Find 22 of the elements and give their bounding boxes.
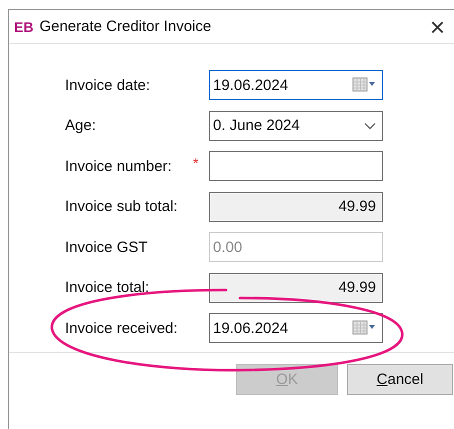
field-label: Invoice sub total:	[65, 198, 179, 215]
field-label: Invoice received:	[65, 320, 179, 336]
app-logo: EB	[14, 18, 34, 34]
readonly-field: 49.99	[209, 272, 383, 302]
disabled-field: 0.00	[209, 232, 383, 262]
input-field[interactable]	[209, 151, 383, 181]
close-button[interactable]: ×	[430, 14, 445, 40]
field-label: Invoice number:	[65, 158, 173, 174]
field-label: Age:	[65, 117, 97, 134]
field-label: Invoice total:	[65, 279, 150, 296]
dropdown-field[interactable]: 0. June 2024	[209, 110, 383, 140]
calendar-dropdown-icon[interactable]	[352, 77, 376, 93]
field-label: Invoice date:	[65, 76, 152, 94]
chevron-down-icon[interactable]	[364, 122, 376, 130]
required-marker: *	[193, 154, 200, 171]
date-field[interactable]: 19.06.2024	[209, 313, 383, 343]
calendar-dropdown-icon[interactable]	[352, 320, 376, 336]
date-field[interactable]: 19.06.2024	[209, 70, 383, 100]
field-label: Invoice GST	[65, 238, 149, 256]
window-title: Generate Creditor Invoice	[39, 18, 212, 35]
cancel-button[interactable]: Cancel	[347, 364, 453, 395]
readonly-field: 49.99	[209, 192, 383, 222]
